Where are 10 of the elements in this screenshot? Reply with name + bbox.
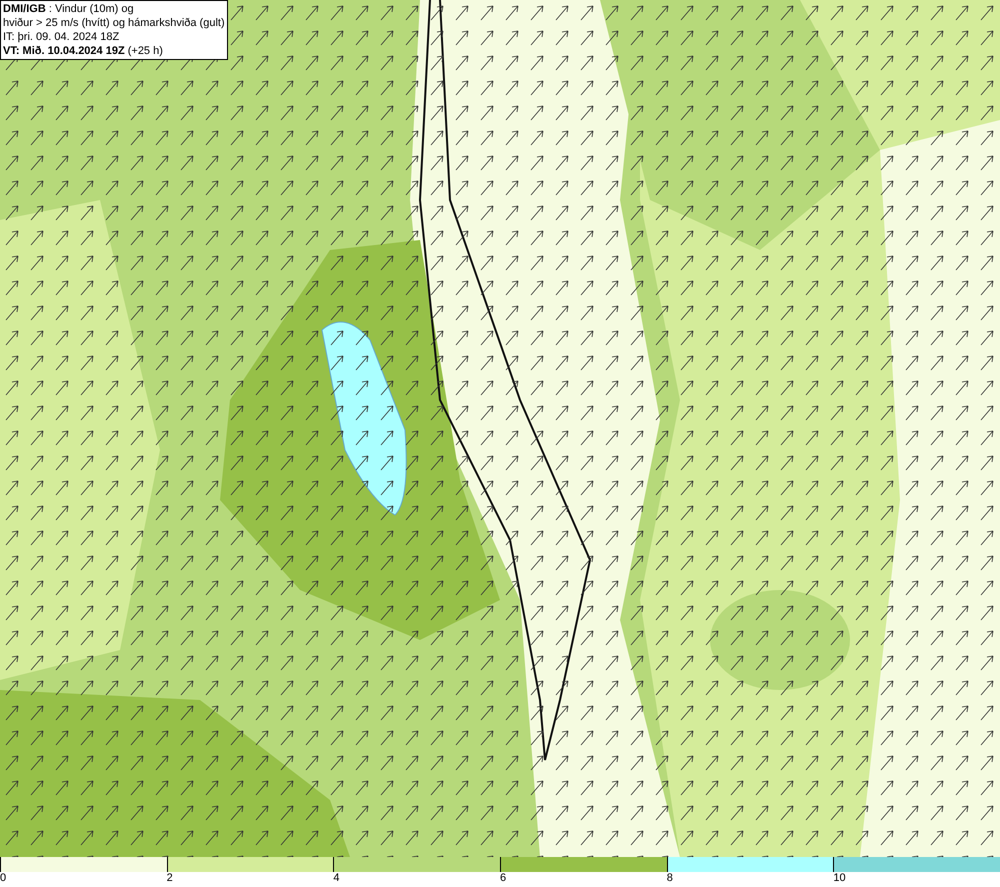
header-line: DMI/IGB : Vindur (10m) og — [3, 2, 135, 16]
legend-tick-label: 8 — [666, 872, 673, 885]
legend-tick-label: 10 — [833, 872, 846, 885]
header-line: IT: þri. 09. 04. 2024 18Z — [3, 30, 120, 44]
header-line: hviður > 25 m/s (hvítt) og hámarkshviða (gult) — [3, 16, 225, 30]
legend-tick-label: 0 — [0, 872, 6, 885]
legend-tick-label: 2 — [166, 872, 173, 885]
legend-tick-label: 6 — [500, 872, 506, 885]
legend-tick-label: 4 — [333, 872, 340, 885]
header-line: VT: Mið. 10.04.2024 19Z (+25 h) — [3, 44, 164, 58]
